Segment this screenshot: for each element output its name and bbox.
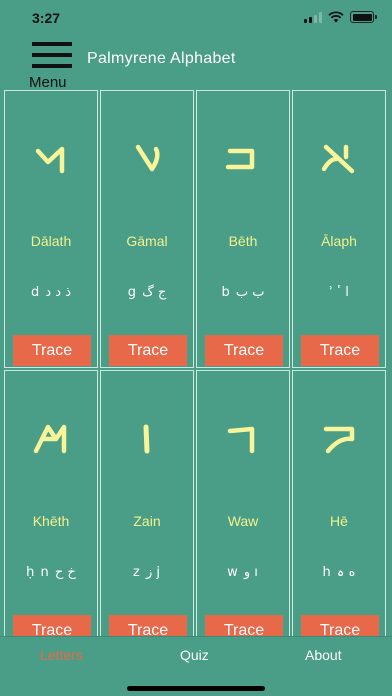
- menu-button[interactable]: Menu: [28, 40, 80, 91]
- palmyrene-waw-glyph: [197, 409, 289, 469]
- letter-transliteration: ʾ ا ٴ: [329, 285, 349, 300]
- letter-transliteration: d ذ د ﺩ: [30, 285, 72, 300]
- letter-transliteration: h ه ہ: [322, 565, 356, 580]
- trace-button[interactable]: Trace: [205, 335, 283, 366]
- trace-button[interactable]: Trace: [109, 615, 187, 636]
- menu-label: Menu: [29, 74, 67, 91]
- palmyrene-kheth-glyph: [5, 409, 97, 469]
- tab-quiz[interactable]: Quiz: [180, 647, 209, 663]
- palmyrene-alaph-glyph: [293, 129, 385, 189]
- tab-bar: Letters Quiz About: [0, 636, 392, 696]
- trace-button[interactable]: Trace: [301, 615, 379, 636]
- letter-card-gamal[interactable]: Gāmal g ج گ Trace: [100, 90, 194, 368]
- palmyrene-he-glyph: [293, 409, 385, 469]
- palmyrene-gamal-glyph: [101, 129, 193, 189]
- letter-transliteration: g ج گ: [127, 285, 167, 300]
- header: Menu Palmyrene Alphabet: [0, 36, 392, 91]
- letter-name: Bēth: [228, 233, 258, 249]
- palmyrene-beth-glyph: [197, 129, 289, 189]
- trace-button[interactable]: Trace: [205, 615, 283, 636]
- letter-name: Zain: [133, 513, 161, 529]
- letter-card-kheth[interactable]: Khēth ḥ n خ ح Trace: [4, 370, 98, 636]
- signal-icon: [304, 12, 322, 23]
- letter-grid: Dālath d ذ د ﺩ Trace Gāmal g ج گ Trace B…: [4, 90, 388, 636]
- trace-button[interactable]: Trace: [13, 615, 91, 636]
- trace-button[interactable]: Trace: [301, 335, 379, 366]
- letter-card-waw[interactable]: Waw w و ı Trace: [196, 370, 290, 636]
- letter-card-zain[interactable]: Zain z ز j Trace: [100, 370, 194, 636]
- letter-name: Khēth: [32, 513, 70, 529]
- wifi-icon: [328, 11, 344, 23]
- letter-transliteration: ḥ n خ ح: [26, 565, 76, 580]
- letter-transliteration: w و ı: [227, 565, 259, 580]
- status-icons: [304, 11, 377, 23]
- screen: 3:27 Menu Palmyrene Alphabet Dālath d ذ …: [0, 0, 392, 696]
- letter-name: Waw: [227, 513, 259, 529]
- tab-letters[interactable]: Letters: [40, 647, 83, 663]
- trace-button[interactable]: Trace: [109, 335, 187, 366]
- letter-card-he[interactable]: Hē h ه ہ Trace: [292, 370, 386, 636]
- trace-button[interactable]: Trace: [13, 335, 91, 366]
- home-indicator: [127, 686, 265, 691]
- letter-name: Ālaph: [321, 233, 357, 249]
- hamburger-icon: [32, 42, 72, 75]
- page-title: Palmyrene Alphabet: [87, 50, 236, 67]
- letter-card-dalath[interactable]: Dālath d ذ د ﺩ Trace: [4, 90, 98, 368]
- letter-transliteration: b ب ﺏ: [221, 285, 265, 300]
- status-bar: 3:27: [0, 0, 392, 36]
- letter-transliteration: z ز j: [133, 565, 161, 580]
- letter-name: Dālath: [30, 233, 72, 249]
- letter-name: Hē: [330, 513, 348, 529]
- battery-icon: [350, 11, 377, 23]
- palmyrene-zain-glyph: [101, 409, 193, 469]
- letter-card-beth[interactable]: Bēth b ب ﺏ Trace: [196, 90, 290, 368]
- letter-name: Gāmal: [126, 233, 168, 249]
- letter-card-alaph[interactable]: Ālaph ʾ ا ٴ Trace: [292, 90, 386, 368]
- tab-about[interactable]: About: [305, 647, 342, 663]
- status-time: 3:27: [32, 10, 61, 26]
- palmyrene-dalath-glyph: [5, 129, 97, 189]
